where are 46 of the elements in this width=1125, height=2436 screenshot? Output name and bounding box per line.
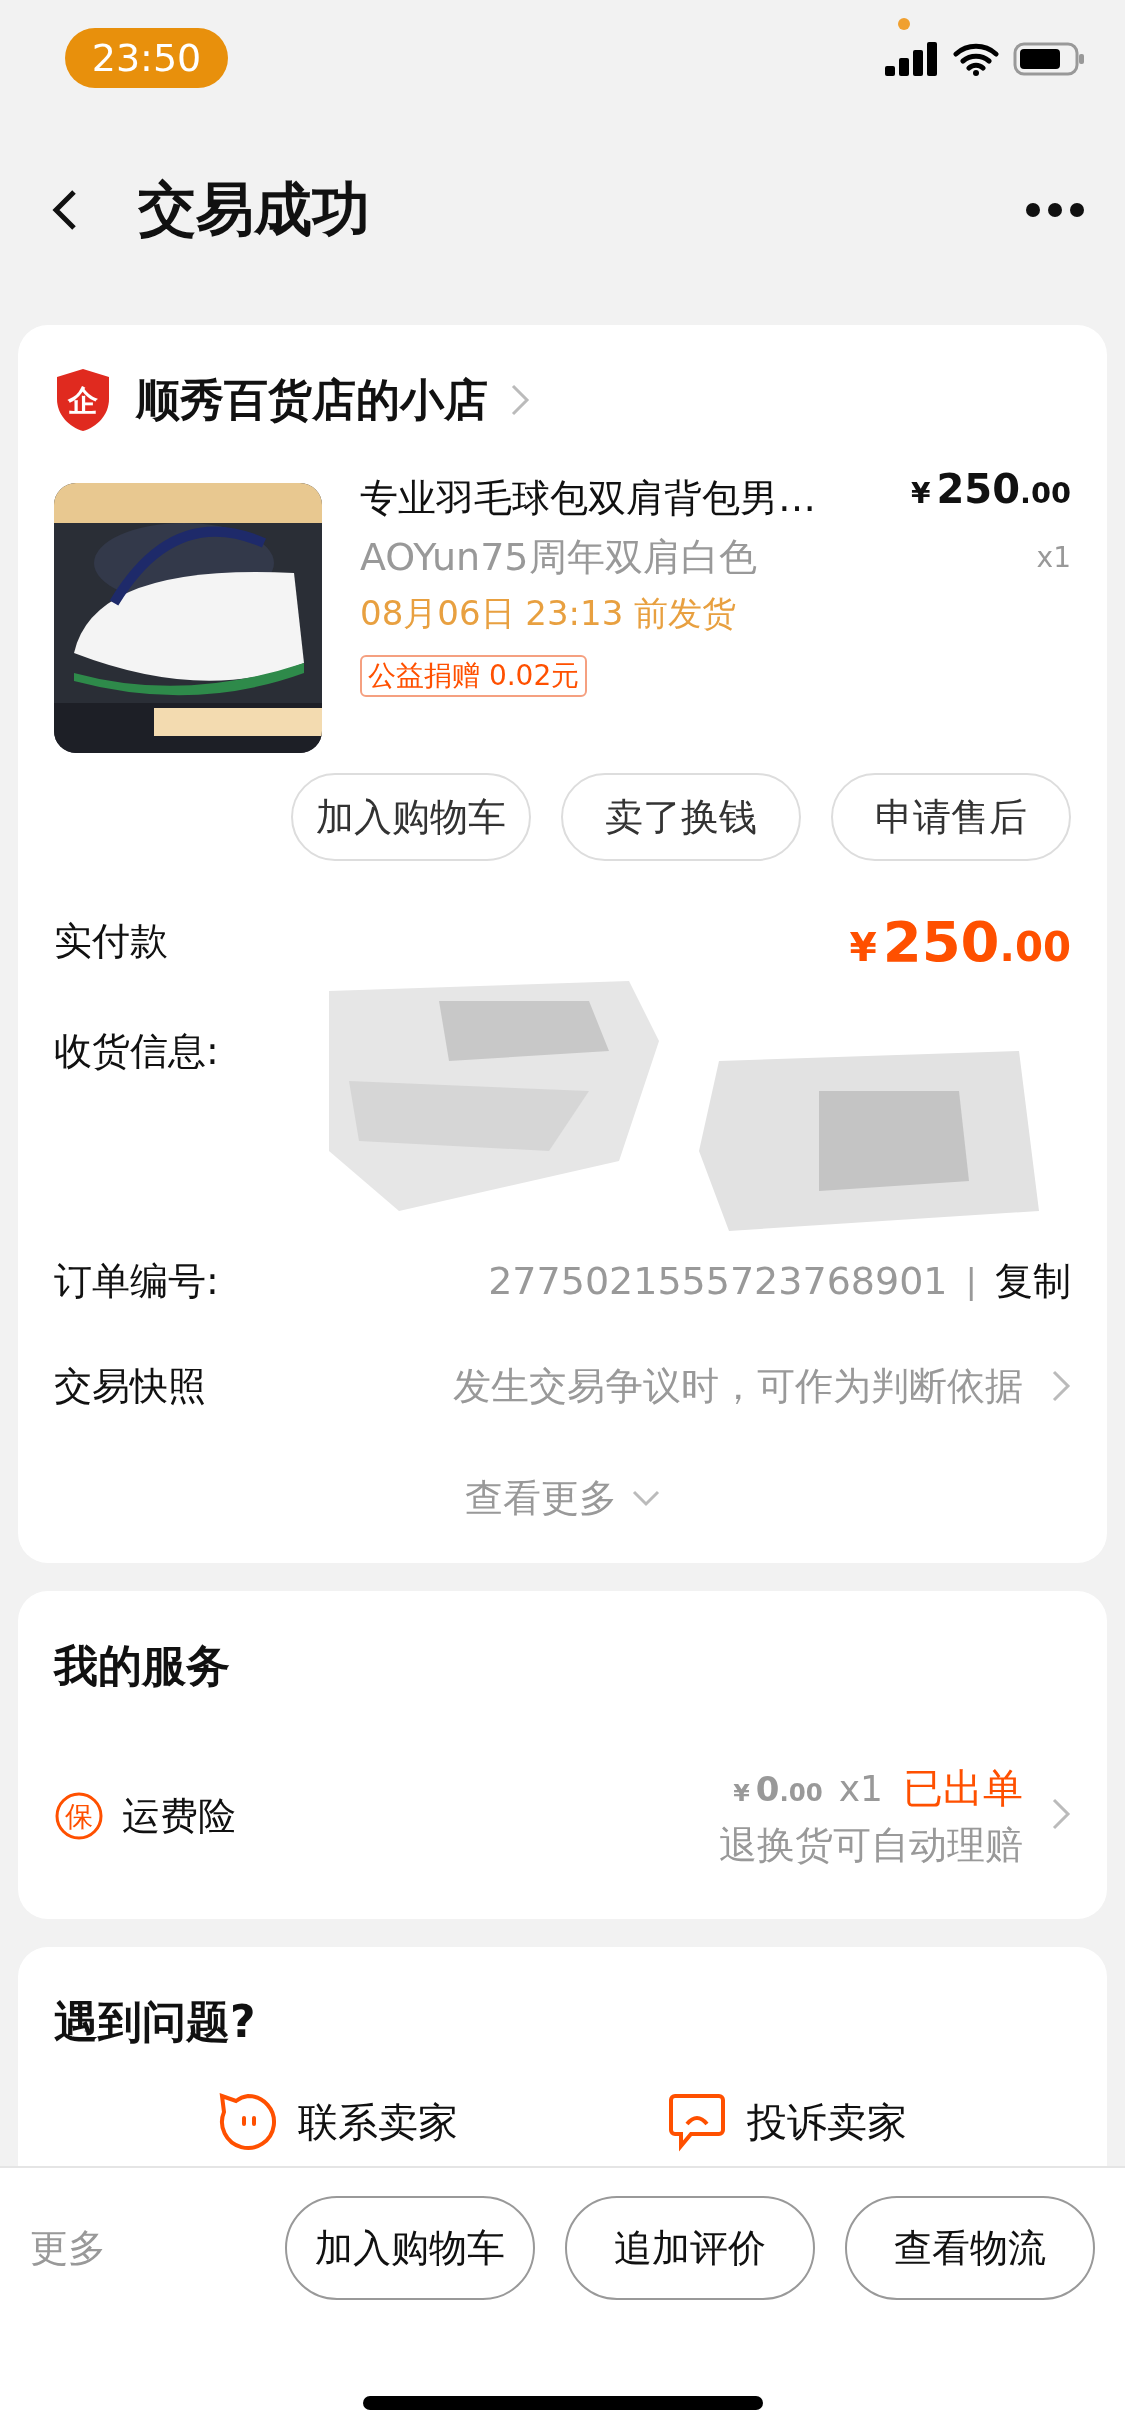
chevron-right-icon <box>1051 1369 1071 1403</box>
separator: | <box>965 1261 977 1301</box>
chevron-down-icon <box>630 1489 661 1507</box>
quantity: x1 <box>1036 541 1071 574</box>
section-title: 遇到问题? <box>54 1994 256 2049</box>
privacy-dot-icon <box>898 18 910 30</box>
shop-shield-icon: 企 <box>54 367 112 433</box>
action-button[interactable]: 卖了换钱 <box>561 773 801 861</box>
field-label: 交易快照 <box>54 1362 206 1410</box>
page-title: 交易成功 <box>138 174 371 245</box>
service-status: 已出单 <box>903 1764 1023 1813</box>
wifi-icon <box>953 42 999 76</box>
signal-icon <box>885 42 939 76</box>
section-title: 我的服务 <box>54 1638 230 1693</box>
product-title[interactable]: 专业羽毛球包双肩背包男… <box>360 473 816 524</box>
battery-icon <box>1013 42 1085 76</box>
shipping-deadline: 08月06日 23:13 前发货 <box>360 592 738 635</box>
chevron-right-icon <box>510 383 530 417</box>
status-time: 23:50 <box>65 28 228 88</box>
order-number: 2775021555723768901 <box>488 1259 948 1303</box>
bottom-action-button[interactable]: 追加评价 <box>565 2196 815 2300</box>
quantity: x1 <box>838 1768 883 1809</box>
bottom-action-button[interactable]: 加入购物车 <box>285 2196 535 2300</box>
price: ¥ 0.00 <box>733 1768 823 1809</box>
product-variant: AOYun75周年双肩白色 <box>360 534 757 581</box>
action-button[interactable]: 申请售后 <box>831 773 1071 861</box>
chevron-right-icon <box>1051 1797 1071 1831</box>
field-label: 收货信息: <box>54 1028 219 1075</box>
smiling-bubble-icon <box>218 2092 279 2152</box>
charity-tag: 公益捐赠 0.02元 <box>360 655 588 697</box>
price: ¥250.00 <box>911 465 1071 512</box>
seller-action-button[interactable]: 投诉卖家 <box>666 2092 907 2152</box>
shield-badge-icon: 保 <box>54 1791 104 1841</box>
bottom-action-button[interactable]: 查看物流 <box>845 2196 1095 2300</box>
copy-link[interactable]: 复制 <box>995 1255 1071 1307</box>
sad-chat-bubble-icon <box>666 2092 727 2152</box>
seller-action-button[interactable]: 联系卖家 <box>218 2092 459 2152</box>
service-note: 退换货可自动理赔 <box>719 1822 1023 1869</box>
more-icon[interactable] <box>1025 202 1085 218</box>
action-button[interactable]: 加入购物车 <box>291 773 531 861</box>
back-icon[interactable] <box>50 188 78 232</box>
price: ¥250.00 <box>849 908 1071 974</box>
field-label: 订单编号: <box>54 1257 219 1305</box>
field-label: 实付款 <box>54 917 168 965</box>
service-name: 运费险 <box>122 1792 236 1840</box>
shop-name[interactable]: 顺秀百货店的小店 <box>136 370 488 430</box>
